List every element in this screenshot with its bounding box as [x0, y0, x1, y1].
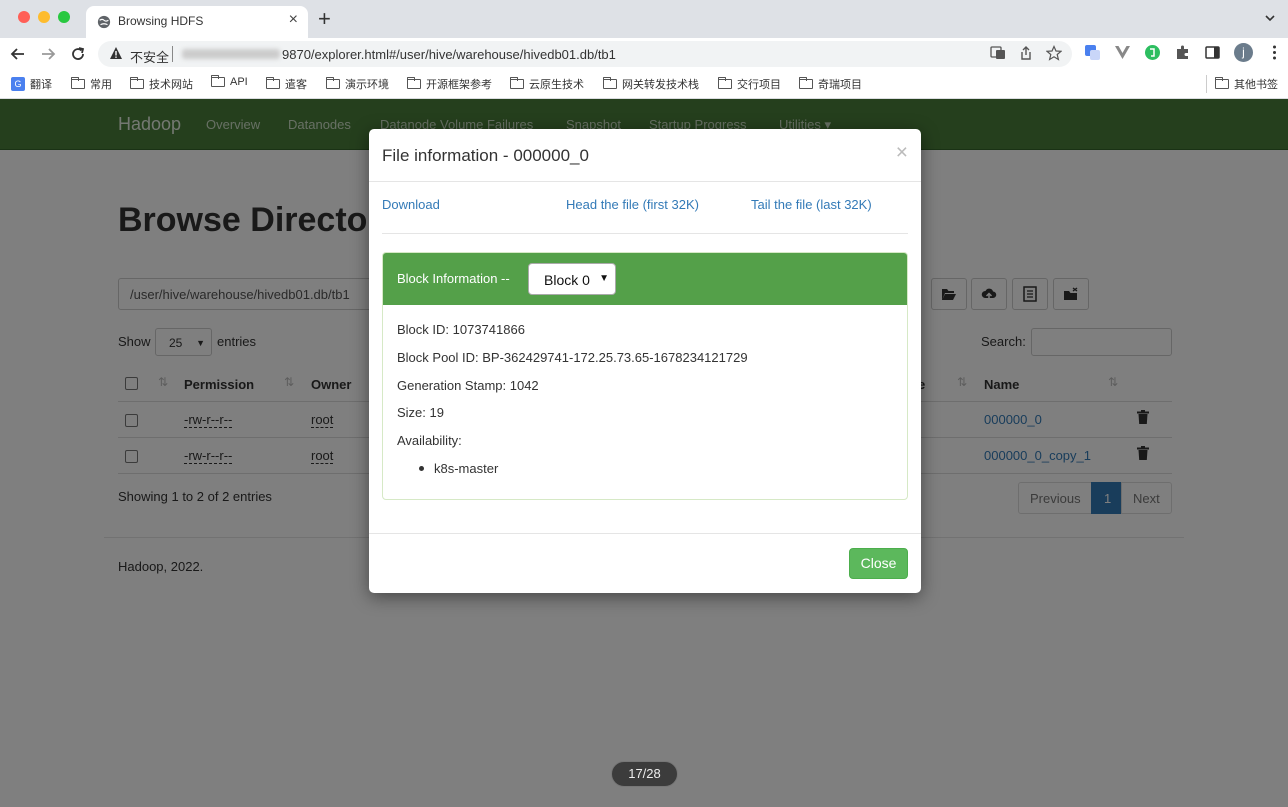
other-bookmarks-folder[interactable]: 其他书签 [1214, 76, 1278, 92]
bookmark-label: 常用 [90, 79, 112, 91]
download-link[interactable]: Download [382, 197, 440, 212]
head-file-link[interactable]: Head the file (first 32K) [566, 197, 699, 212]
file-information-modal: File information - 000000_0 × Download H… [369, 129, 921, 593]
modal-footer-divider [369, 533, 921, 534]
browser-tab-active[interactable]: Browsing HDFS × [86, 6, 308, 38]
close-icon[interactable]: × [896, 142, 908, 163]
insecure-label: 不安全 [130, 50, 170, 65]
folder-icon [509, 76, 524, 89]
profile-avatar[interactable]: j [1234, 43, 1253, 62]
bookmark-star-icon[interactable] [1046, 45, 1062, 61]
globe-icon [97, 15, 111, 29]
url-text: 9870/explorer.html#/user/hive/warehouse/… [282, 47, 616, 62]
bookmark-folder[interactable]: 云原生技术 [509, 76, 584, 92]
bookmark-label: 云原生技术 [529, 79, 584, 91]
tail-file-link[interactable]: Tail the file (last 32K) [751, 197, 872, 212]
share-icon[interactable] [1018, 45, 1034, 61]
panel-heading: Block Information -- Block 0 ▼ [383, 253, 907, 305]
window-minimize-button[interactable] [38, 11, 50, 23]
list-bullet [419, 466, 424, 471]
window-zoom-button[interactable] [58, 11, 70, 23]
folder-icon [210, 74, 225, 87]
redacted-host [182, 49, 280, 59]
modal-title: File information - 000000_0 [382, 146, 589, 165]
block-size: Size: 19 [397, 405, 444, 420]
folder-icon [602, 76, 617, 89]
translate-page-icon[interactable] [990, 45, 1006, 61]
warning-triangle-icon [110, 47, 122, 59]
chevron-down-icon[interactable] [1264, 12, 1276, 24]
address-bar[interactable]: 不安全 9870/explorer.html#/user/hive/wareho… [98, 41, 1072, 67]
folder-icon [1214, 76, 1229, 89]
extensions-puzzle-icon[interactable] [1174, 44, 1191, 61]
availability-label: Availability: [397, 433, 462, 448]
vue-devtools-icon[interactable] [1114, 44, 1131, 61]
bookmark-label: 奇瑞项目 [818, 79, 862, 91]
block-pool-id: Block Pool ID: BP-362429741-172.25.73.65… [397, 350, 748, 365]
bookmark-folder[interactable]: 开源框架参考 [406, 76, 492, 92]
modal-header-divider [369, 181, 921, 182]
folder-icon [265, 76, 280, 89]
extension-icons: j [1084, 43, 1283, 62]
bookmark-folder[interactable]: 交行项目 [717, 76, 781, 92]
google-translate-icon[interactable] [1084, 44, 1101, 61]
forward-arrow-icon[interactable] [38, 44, 58, 64]
bookmark-item[interactable]: G 翻译 [11, 76, 52, 92]
tab-close-icon[interactable]: × [289, 11, 298, 29]
bookmark-label: API [230, 76, 248, 88]
bookmark-label: 其他书签 [1234, 79, 1278, 91]
block-information-panel: Block Information -- Block 0 ▼ Block ID:… [382, 252, 908, 500]
block-information-label: Block Information -- [397, 271, 510, 286]
bookmark-label: 演示环境 [345, 79, 389, 91]
bookmarks-bar: G 翻译 常用 技术网站 API 遣客 演示环境 开源框架参考 云原生技术 网关转… [0, 70, 1288, 99]
window-close-button[interactable] [18, 11, 30, 23]
bookmark-label: 交行项目 [737, 79, 781, 91]
back-arrow-icon[interactable] [8, 44, 28, 64]
bookmark-folder[interactable]: 遣客 [265, 76, 307, 92]
bookmark-folder[interactable]: 网关转发技术栈 [602, 76, 699, 92]
browser-tab-bar: Browsing HDFS × + [0, 0, 1288, 38]
slide-counter: 17/28 [611, 761, 678, 787]
address-separator [172, 46, 173, 62]
folder-icon [325, 76, 340, 89]
block-select-value: Block 0 [544, 272, 590, 288]
block-select[interactable]: Block 0 ▼ [528, 263, 616, 295]
tab-title: Browsing HDFS [118, 14, 204, 28]
bookmark-label: 技术网站 [149, 79, 193, 91]
bookmark-label: 遣客 [285, 79, 307, 91]
folder-icon [717, 76, 732, 89]
bookmark-folder[interactable]: 常用 [70, 76, 112, 92]
address-bar-actions [990, 45, 1062, 63]
more-menu-icon[interactable] [1266, 44, 1283, 61]
folder-icon [798, 76, 813, 89]
bookmarks-separator [1206, 75, 1207, 93]
bookmark-label: 翻译 [30, 79, 52, 91]
bookmark-folder[interactable]: 奇瑞项目 [798, 76, 862, 92]
bookmark-folder[interactable]: 技术网站 [129, 76, 193, 92]
side-panel-icon[interactable] [1204, 44, 1221, 61]
folder-icon [129, 76, 144, 89]
new-tab-button[interactable]: + [318, 6, 331, 32]
folder-icon [406, 76, 421, 89]
bookmark-label: 开源框架参考 [426, 79, 492, 91]
bookmark-label: 网关转发技术栈 [622, 79, 699, 91]
bookmark-folder[interactable]: 演示环境 [325, 76, 389, 92]
chevron-down-icon: ▼ [599, 273, 609, 284]
bookmark-folder[interactable]: API [210, 74, 248, 88]
block-id: Block ID: 1073741866 [397, 322, 525, 337]
reload-icon[interactable] [68, 44, 88, 64]
folder-icon [70, 76, 85, 89]
links-divider [382, 233, 908, 234]
evernote-icon[interactable] [1144, 44, 1161, 61]
availability-host: k8s-master [434, 461, 499, 476]
translate-icon: G [11, 77, 25, 91]
generation-stamp: Generation Stamp: 1042 [397, 378, 539, 393]
close-button[interactable]: Close [849, 548, 908, 579]
